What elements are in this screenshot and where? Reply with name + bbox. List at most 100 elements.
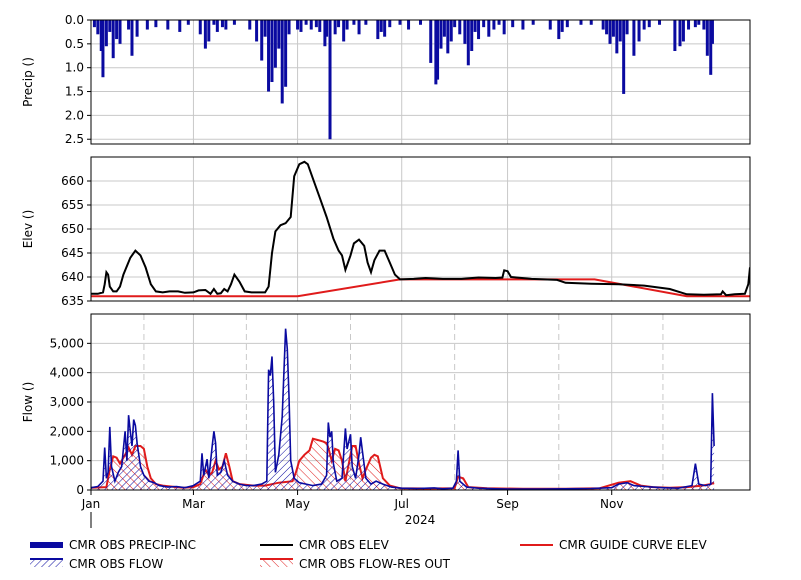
precip-bar xyxy=(618,20,622,42)
y-tick-label: 655 xyxy=(61,198,84,212)
precip-bar xyxy=(442,20,446,37)
y-tick-label: 640 xyxy=(61,270,84,284)
precip-bar xyxy=(589,20,593,25)
precip-bar xyxy=(531,20,535,25)
precip-bar xyxy=(625,20,629,35)
precip-bar xyxy=(439,20,443,49)
precip-bar xyxy=(309,20,313,30)
precip-bar xyxy=(101,20,105,78)
legend-item: CMR GUIDE CURVE ELEV xyxy=(520,538,707,552)
precip-bar xyxy=(232,20,236,25)
y-tick-label: 660 xyxy=(61,174,84,188)
precip-bar xyxy=(273,20,277,68)
x-tick-label: Jan xyxy=(81,497,101,511)
precip-bar xyxy=(166,20,170,30)
precip-bar xyxy=(287,20,291,35)
precip-bar xyxy=(270,20,274,82)
precip-bar xyxy=(492,20,496,30)
legend-item: CMR OBS ELEV xyxy=(260,538,390,552)
precip-bar xyxy=(710,20,714,44)
y-tick-label: 635 xyxy=(61,294,84,308)
precip-bar xyxy=(325,20,329,37)
precip-bar xyxy=(473,20,477,32)
precip-bar xyxy=(255,20,259,42)
y-tick-label: 0 xyxy=(76,483,84,497)
precip-bar xyxy=(115,20,119,40)
precip-bar xyxy=(687,20,691,30)
precip-bar xyxy=(379,20,383,32)
precip-y-axis-label: Precip () xyxy=(21,57,35,107)
legend-label: CMR OBS FLOW-RES OUT xyxy=(299,557,451,571)
x-axis-year-label: 2024 xyxy=(405,513,436,527)
precip-bar xyxy=(248,20,252,30)
precip-bar xyxy=(470,20,474,51)
precip-bar xyxy=(198,20,202,35)
precip-bar xyxy=(337,20,341,28)
precip-plot-frame xyxy=(91,20,750,144)
precip-bar xyxy=(477,20,481,40)
legend-swatch xyxy=(30,542,63,548)
elev-panel: 635 640 645 650 655 660 Elev () xyxy=(21,156,751,308)
precip-bar xyxy=(702,20,706,30)
x-tick-label: Sep xyxy=(496,497,519,511)
x-tick-label: Jul xyxy=(393,497,408,511)
precip-bar xyxy=(383,20,387,37)
precip-bar xyxy=(203,20,207,49)
precip-bar xyxy=(615,20,619,54)
precip-bar xyxy=(463,20,467,44)
y-tick-label: 1.5 xyxy=(65,85,84,99)
precip-bar xyxy=(342,20,346,42)
precip-bar xyxy=(511,20,515,28)
precip-bar xyxy=(224,20,228,30)
flow-y-ticks: 0 1,000 2,000 3,000 4,000 5,000 xyxy=(50,336,91,497)
flow-panel: 0 1,000 2,000 3,000 4,000 5,000 Flow () xyxy=(21,313,751,497)
precip-bar xyxy=(678,20,682,47)
precip-bar xyxy=(186,20,190,25)
precip-bar xyxy=(130,20,134,56)
precip-bar xyxy=(118,20,122,44)
precip-bar xyxy=(284,20,288,87)
precip-bar xyxy=(96,20,100,35)
precip-bar xyxy=(104,20,108,47)
y-tick-label: 0.0 xyxy=(65,13,84,27)
x-tick-label: Nov xyxy=(600,497,623,511)
precip-bar xyxy=(705,20,709,56)
y-tick-label: 4,000 xyxy=(50,366,84,380)
y-tick-label: 1,000 xyxy=(50,454,84,468)
y-tick-label: 645 xyxy=(61,246,84,260)
precip-bar xyxy=(135,20,139,37)
precip-bar xyxy=(154,20,158,28)
precip-bar xyxy=(608,20,612,44)
y-tick-label: 650 xyxy=(61,222,84,236)
y-tick-label: 5,000 xyxy=(50,336,84,350)
precip-bar xyxy=(497,20,501,25)
precip-bar xyxy=(611,20,615,37)
precip-bar xyxy=(398,20,402,25)
y-tick-label: 2,000 xyxy=(50,424,84,438)
precip-bar xyxy=(466,20,470,66)
precip-bar xyxy=(333,20,337,35)
precip-bar xyxy=(145,20,149,30)
y-tick-label: 1.0 xyxy=(65,61,84,75)
precip-bar xyxy=(560,20,564,32)
legend-label: CMR OBS PRECIP-INC xyxy=(69,538,196,552)
y-tick-label: 3,000 xyxy=(50,395,84,409)
precip-bar xyxy=(429,20,433,63)
precip-bar xyxy=(521,20,525,30)
legend: CMR OBS PRECIP-INC CMR OBS ELEV CMR GUIDE … xyxy=(30,538,707,571)
y-tick-label: 0.5 xyxy=(65,37,84,51)
precip-bar xyxy=(220,20,224,28)
precip-bar xyxy=(458,20,462,35)
precip-bar xyxy=(108,20,112,32)
legend-label: CMR OBS FLOW xyxy=(69,557,163,571)
x-tick-label: Mar xyxy=(182,497,205,511)
precip-bar xyxy=(207,20,211,42)
precip-bar xyxy=(357,20,361,35)
hydro-chart: 0.0 0.5 1.0 1.5 2.0 2.5 Precip () 635 640 645 65… xyxy=(21,13,751,571)
precip-bar xyxy=(352,20,356,25)
precip-bar xyxy=(693,20,697,28)
precip-bar xyxy=(111,20,115,59)
precip-bar xyxy=(449,20,453,42)
legend-item: CMR OBS PRECIP-INC xyxy=(30,538,196,552)
precip-bar xyxy=(318,20,322,32)
